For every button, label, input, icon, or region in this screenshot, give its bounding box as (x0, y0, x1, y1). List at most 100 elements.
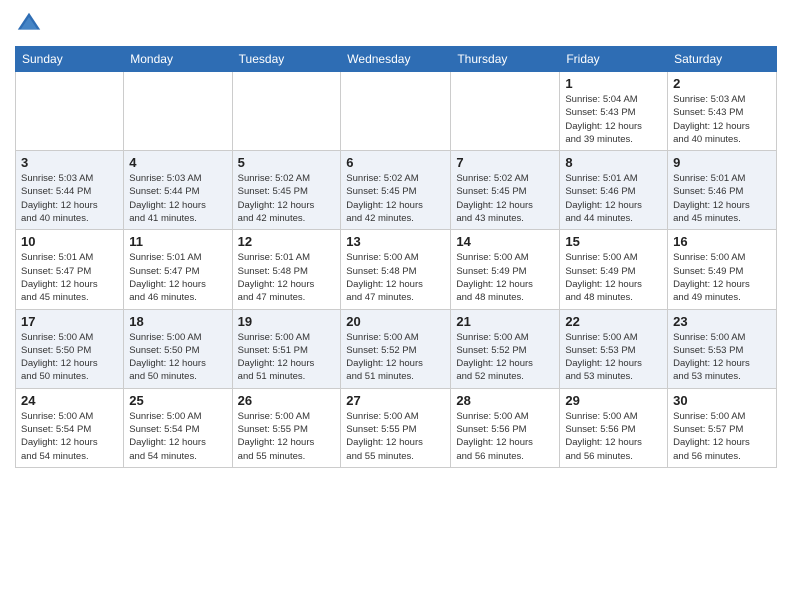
calendar-cell: 30 Sunrise: 5:00 AM Sunset: 5:57 PM Dayli… (668, 388, 777, 467)
day-number: 21 (456, 314, 554, 329)
day-info: Sunrise: 5:03 AM Sunset: 5:43 PM Dayligh… (673, 93, 771, 146)
calendar-cell: 14 Sunrise: 5:00 AM Sunset: 5:49 PM Dayli… (451, 230, 560, 309)
day-info: Sunrise: 5:02 AM Sunset: 5:45 PM Dayligh… (238, 172, 336, 225)
calendar-cell: 16Sunrise: 5:00 AM Sunset: 5:49 PM Dayli… (668, 230, 777, 309)
day-info: Sunrise: 5:02 AM Sunset: 5:45 PM Dayligh… (346, 172, 445, 225)
day-info: Sunrise: 5:00 AM Sunset: 5:54 PM Dayligh… (129, 410, 226, 463)
day-number: 15 (565, 234, 662, 249)
calendar-cell: 28Sunrise: 5:00 AM Sunset: 5:56 PM Dayli… (451, 388, 560, 467)
weekday-header: Saturday (668, 47, 777, 72)
calendar-week-row: 3 Sunrise: 5:03 AM Sunset: 5:44 PM Daylig… (16, 151, 777, 230)
weekday-header-row: SundayMondayTuesdayWednesdayThursdayFrid… (16, 47, 777, 72)
day-number: 18 (129, 314, 226, 329)
day-number: 1 (565, 76, 662, 91)
day-info: Sunrise: 5:01 AM Sunset: 5:46 PM Dayligh… (565, 172, 662, 225)
weekday-header: Wednesday (341, 47, 451, 72)
calendar-cell: 13 Sunrise: 5:00 AM Sunset: 5:48 PM Dayli… (341, 230, 451, 309)
calendar-cell: 19 Sunrise: 5:00 AM Sunset: 5:51 PM Dayli… (232, 309, 341, 388)
calendar-cell: 1 Sunrise: 5:04 AM Sunset: 5:43 PM Daylig… (560, 72, 668, 151)
day-info: Sunrise: 5:00 AM Sunset: 5:53 PM Dayligh… (565, 331, 662, 384)
day-info: Sunrise: 5:00 AM Sunset: 5:57 PM Dayligh… (673, 410, 771, 463)
day-info: Sunrise: 5:00 AM Sunset: 5:48 PM Dayligh… (346, 251, 445, 304)
logo (15, 10, 47, 38)
day-info: Sunrise: 5:00 AM Sunset: 5:52 PM Dayligh… (456, 331, 554, 384)
calendar-cell: 7 Sunrise: 5:02 AM Sunset: 5:45 PM Daylig… (451, 151, 560, 230)
day-number: 16 (673, 234, 771, 249)
day-info: Sunrise: 5:00 AM Sunset: 5:49 PM Dayligh… (456, 251, 554, 304)
day-number: 22 (565, 314, 662, 329)
day-number: 2 (673, 76, 771, 91)
day-number: 29 (565, 393, 662, 408)
day-number: 13 (346, 234, 445, 249)
calendar-cell: 10Sunrise: 5:01 AM Sunset: 5:47 PM Dayli… (16, 230, 124, 309)
day-number: 7 (456, 155, 554, 170)
calendar-cell: 24Sunrise: 5:00 AM Sunset: 5:54 PM Dayli… (16, 388, 124, 467)
day-info: Sunrise: 5:01 AM Sunset: 5:48 PM Dayligh… (238, 251, 336, 304)
weekday-header: Friday (560, 47, 668, 72)
calendar-cell: 12 Sunrise: 5:01 AM Sunset: 5:48 PM Dayli… (232, 230, 341, 309)
day-info: Sunrise: 5:01 AM Sunset: 5:47 PM Dayligh… (21, 251, 118, 304)
day-number: 26 (238, 393, 336, 408)
calendar-cell: 25Sunrise: 5:00 AM Sunset: 5:54 PM Dayli… (124, 388, 232, 467)
day-number: 30 (673, 393, 771, 408)
calendar-cell: 17 Sunrise: 5:00 AM Sunset: 5:50 PM Dayli… (16, 309, 124, 388)
day-number: 8 (565, 155, 662, 170)
day-info: Sunrise: 5:00 AM Sunset: 5:50 PM Dayligh… (129, 331, 226, 384)
day-info: Sunrise: 5:00 AM Sunset: 5:55 PM Dayligh… (238, 410, 336, 463)
calendar-cell: 3 Sunrise: 5:03 AM Sunset: 5:44 PM Daylig… (16, 151, 124, 230)
header (15, 10, 777, 38)
day-number: 5 (238, 155, 336, 170)
calendar-cell (341, 72, 451, 151)
calendar-cell: 4 Sunrise: 5:03 AM Sunset: 5:44 PM Daylig… (124, 151, 232, 230)
calendar-cell: 22 Sunrise: 5:00 AM Sunset: 5:53 PM Dayli… (560, 309, 668, 388)
day-info: Sunrise: 5:00 AM Sunset: 5:50 PM Dayligh… (21, 331, 118, 384)
weekday-header: Tuesday (232, 47, 341, 72)
calendar-cell: 18 Sunrise: 5:00 AM Sunset: 5:50 PM Dayli… (124, 309, 232, 388)
day-info: Sunrise: 5:03 AM Sunset: 5:44 PM Dayligh… (129, 172, 226, 225)
calendar-cell: 29Sunrise: 5:00 AM Sunset: 5:56 PM Dayli… (560, 388, 668, 467)
day-info: Sunrise: 5:00 AM Sunset: 5:51 PM Dayligh… (238, 331, 336, 384)
calendar-cell: 21 Sunrise: 5:00 AM Sunset: 5:52 PM Dayli… (451, 309, 560, 388)
calendar-cell (16, 72, 124, 151)
day-info: Sunrise: 5:01 AM Sunset: 5:46 PM Dayligh… (673, 172, 771, 225)
page: SundayMondayTuesdayWednesdayThursdayFrid… (0, 0, 792, 612)
day-number: 3 (21, 155, 118, 170)
day-number: 4 (129, 155, 226, 170)
day-number: 20 (346, 314, 445, 329)
day-info: Sunrise: 5:00 AM Sunset: 5:54 PM Dayligh… (21, 410, 118, 463)
weekday-header: Thursday (451, 47, 560, 72)
day-info: Sunrise: 5:03 AM Sunset: 5:44 PM Dayligh… (21, 172, 118, 225)
day-info: Sunrise: 5:00 AM Sunset: 5:49 PM Dayligh… (565, 251, 662, 304)
day-number: 14 (456, 234, 554, 249)
calendar-cell: 11Sunrise: 5:01 AM Sunset: 5:47 PM Dayli… (124, 230, 232, 309)
day-info: Sunrise: 5:01 AM Sunset: 5:47 PM Dayligh… (129, 251, 226, 304)
calendar-cell: 8 Sunrise: 5:01 AM Sunset: 5:46 PM Daylig… (560, 151, 668, 230)
day-number: 12 (238, 234, 336, 249)
calendar-cell: 5 Sunrise: 5:02 AM Sunset: 5:45 PM Daylig… (232, 151, 341, 230)
day-info: Sunrise: 5:00 AM Sunset: 5:53 PM Dayligh… (673, 331, 771, 384)
calendar-cell: 27 Sunrise: 5:00 AM Sunset: 5:55 PM Dayli… (341, 388, 451, 467)
weekday-header: Monday (124, 47, 232, 72)
weekday-header: Sunday (16, 47, 124, 72)
day-number: 17 (21, 314, 118, 329)
calendar-cell: 2 Sunrise: 5:03 AM Sunset: 5:43 PM Daylig… (668, 72, 777, 151)
logo-icon (15, 10, 43, 38)
calendar-cell: 9Sunrise: 5:01 AM Sunset: 5:46 PM Daylig… (668, 151, 777, 230)
calendar-cell: 23Sunrise: 5:00 AM Sunset: 5:53 PM Dayli… (668, 309, 777, 388)
calendar-week-row: 10Sunrise: 5:01 AM Sunset: 5:47 PM Dayli… (16, 230, 777, 309)
day-number: 6 (346, 155, 445, 170)
calendar-cell: 20Sunrise: 5:00 AM Sunset: 5:52 PM Dayli… (341, 309, 451, 388)
calendar-cell (451, 72, 560, 151)
calendar-week-row: 24Sunrise: 5:00 AM Sunset: 5:54 PM Dayli… (16, 388, 777, 467)
calendar-week-row: 17 Sunrise: 5:00 AM Sunset: 5:50 PM Dayli… (16, 309, 777, 388)
day-number: 19 (238, 314, 336, 329)
calendar-cell: 15 Sunrise: 5:00 AM Sunset: 5:49 PM Dayli… (560, 230, 668, 309)
calendar-cell: 26 Sunrise: 5:00 AM Sunset: 5:55 PM Dayli… (232, 388, 341, 467)
calendar: SundayMondayTuesdayWednesdayThursdayFrid… (15, 46, 777, 468)
day-number: 27 (346, 393, 445, 408)
day-info: Sunrise: 5:02 AM Sunset: 5:45 PM Dayligh… (456, 172, 554, 225)
calendar-cell (232, 72, 341, 151)
calendar-cell (124, 72, 232, 151)
day-info: Sunrise: 5:00 AM Sunset: 5:55 PM Dayligh… (346, 410, 445, 463)
day-info: Sunrise: 5:04 AM Sunset: 5:43 PM Dayligh… (565, 93, 662, 146)
